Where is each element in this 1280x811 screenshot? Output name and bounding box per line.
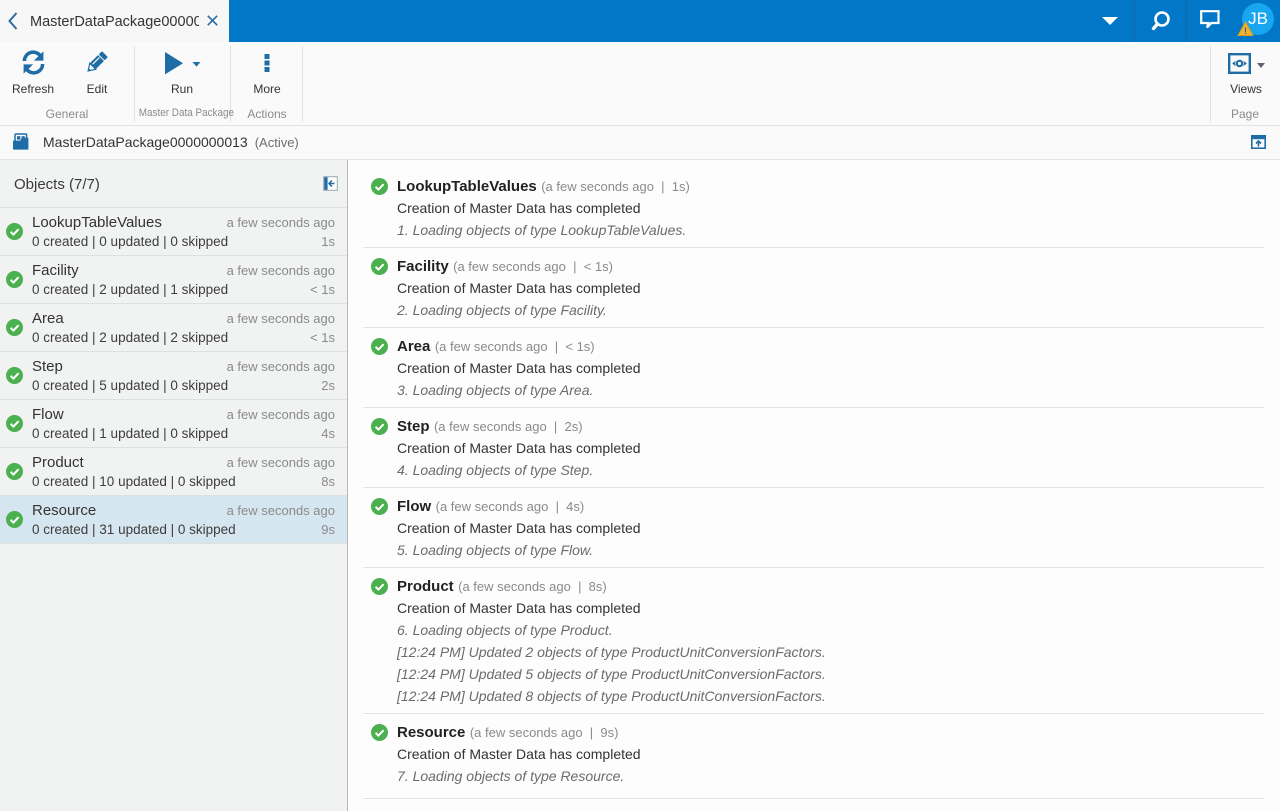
svg-text:!: ! bbox=[1244, 26, 1247, 36]
